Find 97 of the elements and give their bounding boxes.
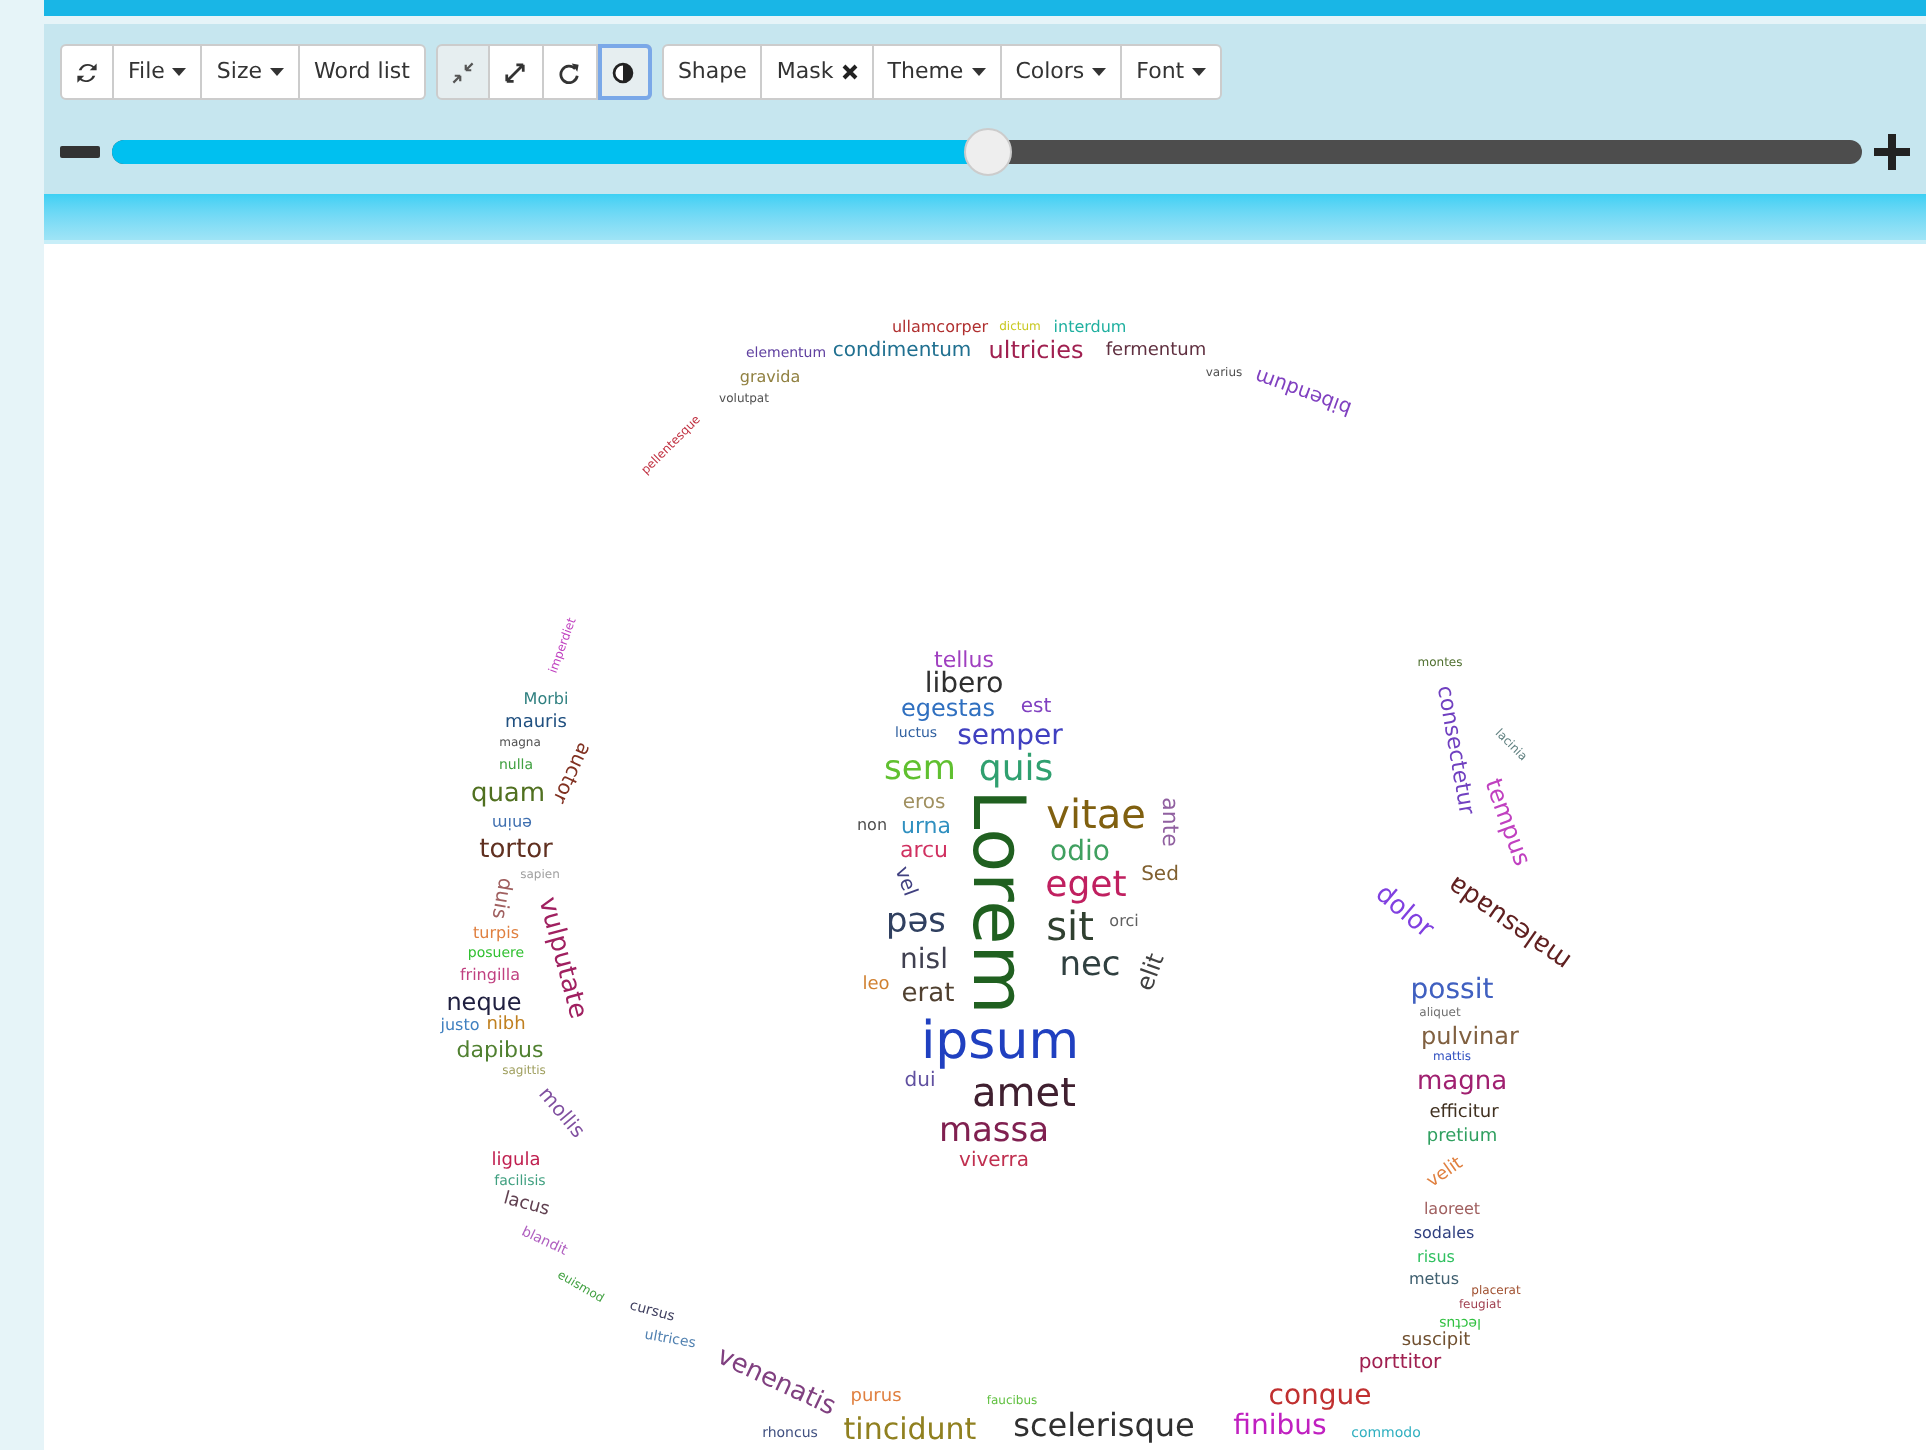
cloud-word: urna	[901, 815, 951, 837]
cloud-word: ante	[1159, 797, 1181, 847]
slider-handle[interactable]	[963, 128, 1011, 176]
cloud-word: velit	[1424, 1155, 1468, 1193]
cloud-word: pretium	[1426, 1129, 1498, 1147]
cloud-word: possit	[1410, 976, 1494, 1004]
redo-icon	[558, 61, 581, 83]
refresh-icon	[76, 61, 98, 83]
cloud-word: vel	[889, 864, 919, 900]
cloud-word: viverra	[959, 1152, 1029, 1172]
cloud-word: finibus	[1233, 1412, 1327, 1440]
expand-icon	[504, 61, 527, 83]
cloud-word: nisl	[900, 946, 948, 974]
toolbar-button[interactable]	[489, 44, 544, 100]
contrast-icon	[612, 61, 635, 83]
cloud-word: Lorem	[960, 789, 1032, 1015]
toolbar-button[interactable]: Size	[202, 44, 301, 100]
cloud-word: eros	[902, 794, 946, 814]
cloud-word: ullamcorper	[891, 320, 989, 336]
cloud-word: duis	[486, 875, 514, 921]
cloud-word: laoreet	[1423, 1202, 1481, 1218]
cloud-word: mauris	[505, 715, 567, 733]
cloud-word: semper	[957, 722, 1063, 750]
cloud-word: orci	[1109, 914, 1139, 930]
toolbar-button[interactable]: File	[114, 44, 203, 100]
cloud-word: purus	[850, 1389, 902, 1407]
cloud-word: quis	[978, 752, 1054, 788]
close-icon	[841, 64, 858, 80]
cloud-word: magna	[1416, 1069, 1508, 1095]
caret-icon	[1092, 68, 1107, 76]
cloud-word: sodales	[1413, 1226, 1475, 1242]
cloud-word: congue	[1268, 1382, 1372, 1410]
cloud-word: ultricies	[988, 338, 1084, 362]
cloud-word: neque	[446, 990, 522, 1014]
cloud-word: eget	[1045, 868, 1127, 904]
compress-icon	[451, 61, 474, 83]
toolbar-button[interactable]: Word list	[300, 44, 426, 100]
cloud-word: risus	[1417, 1250, 1455, 1266]
cloud-word: gravida	[739, 370, 801, 386]
cloud-word: sed	[885, 905, 947, 939]
caret-icon	[172, 68, 187, 76]
cloud-word: ipsum	[920, 1016, 1080, 1068]
cloud-word: quam	[470, 781, 546, 807]
cloud-word: consectetur	[1433, 683, 1479, 817]
cloud-word: dui	[904, 1072, 936, 1092]
cloud-word: erat	[901, 981, 955, 1007]
cloud-word: sit	[1046, 906, 1094, 946]
cloud-word: sem	[884, 753, 956, 787]
cloud-word: nec	[1059, 949, 1121, 983]
plus-icon[interactable]	[1874, 134, 1910, 170]
cloud-word: scelerisque	[1013, 1410, 1195, 1442]
cloud-word: enim	[492, 814, 532, 830]
cloud-word: non	[856, 818, 888, 834]
toolbar-button[interactable]: Mask	[762, 44, 874, 100]
cloud-word: libero	[924, 670, 1004, 698]
zoom-slider[interactable]	[112, 128, 1862, 176]
cloud-word: fermentum	[1105, 343, 1207, 361]
cloud-word: tincidunt	[843, 1415, 977, 1445]
cloud-word: fringilla	[459, 968, 521, 984]
cloud-word: elit	[1132, 950, 1168, 994]
cloud-word: tortor	[479, 837, 553, 863]
cloud-word: tellus	[934, 649, 994, 671]
cloud-word: lacus	[501, 1191, 551, 1221]
cloud-word: efficitur	[1429, 1105, 1499, 1123]
toolbar-button[interactable]: Colors	[1001, 44, 1123, 100]
cloud-word: egestas	[901, 696, 995, 720]
cloud-word: amet	[972, 1072, 1076, 1112]
cloud-word: ligula	[491, 1153, 541, 1171]
toolbar-button[interactable]	[597, 44, 652, 100]
cloud-word: leo	[862, 977, 890, 995]
cloud-word: nibh	[486, 1017, 526, 1035]
cloud-word: vitae	[1046, 794, 1146, 834]
cloud-word: pulvinar	[1421, 1024, 1519, 1048]
cloud-word: est	[1020, 698, 1052, 718]
toolbar-button[interactable]: Font	[1122, 44, 1223, 100]
cloud-word: massa	[938, 1115, 1050, 1149]
caret-icon	[1192, 68, 1207, 76]
toolbar-button[interactable]: Shape	[661, 44, 763, 100]
cloud-word: vulputate	[533, 894, 591, 1022]
cloud-word: Sed	[1141, 866, 1179, 886]
toolbar-button[interactable]	[543, 44, 598, 100]
cloud-word: metus	[1408, 1272, 1460, 1288]
cloud-word: justo	[440, 1018, 480, 1034]
cloud-word: interdum	[1053, 320, 1127, 336]
cloud-word: suscipit	[1401, 1333, 1471, 1351]
cloud-word: odio	[1050, 838, 1110, 866]
toolbar-button[interactable]: Theme	[873, 44, 1002, 100]
caret-icon	[971, 68, 986, 76]
cloud-word: porttitor	[1358, 1354, 1442, 1374]
cloud-word: auctor	[547, 738, 593, 806]
cloud-word: dapibus	[456, 1039, 544, 1061]
toolbar-button[interactable]	[60, 44, 114, 100]
caret-icon	[270, 68, 285, 76]
cloud-word: turpis	[473, 926, 519, 942]
cloud-word: Morbi	[523, 692, 569, 708]
cloud-word: condimentum	[832, 342, 972, 362]
cloud-word: arcu	[899, 839, 949, 861]
